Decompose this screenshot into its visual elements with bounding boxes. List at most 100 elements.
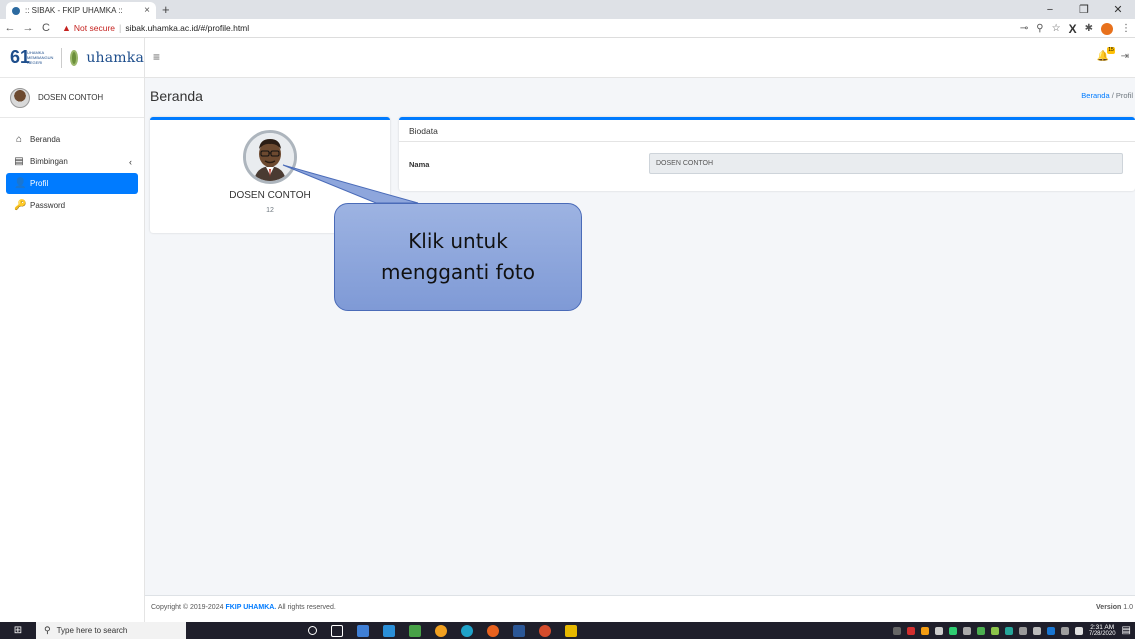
change-photo-callout: Klik untuk mengganti foto — [334, 203, 582, 311]
clock-date: 7/28/2020 — [1088, 630, 1116, 637]
page-title: Beranda — [150, 88, 203, 104]
user-name: DOSEN CONTOH — [38, 93, 104, 102]
user-icon: 👤 — [14, 178, 27, 189]
store-app-icon[interactable] — [383, 624, 395, 637]
maximize-button[interactable]: ❐ — [1067, 0, 1101, 19]
copyright-prefix: Copyright © 2019-2024 — [151, 604, 226, 611]
forward-icon[interactable]: → — [20, 19, 36, 38]
battery-icon[interactable] — [1032, 626, 1041, 635]
address-separator: | — [119, 23, 122, 33]
system-tray: 2:31 AM 7/28/2020 ▤ — [892, 622, 1131, 639]
volume-icon[interactable] — [1018, 626, 1027, 635]
name-field[interactable] — [649, 153, 1123, 174]
tray-update-icon[interactable] — [990, 626, 999, 635]
minimize-button[interactable]: − — [1033, 0, 1067, 19]
callout-text: Klik untuk mengganti foto — [381, 226, 535, 288]
brand-name: uhamka — [86, 49, 144, 66]
brand-header[interactable]: 6 1 UHAMKA MEMBANGUN NEGERI uhamka — [0, 38, 144, 78]
tray-tool-icon[interactable] — [920, 626, 929, 635]
anniversary-61-logo: 6 1 — [10, 46, 31, 67]
app-icon[interactable] — [565, 624, 577, 637]
book-icon: ▤ — [14, 156, 24, 167]
browser-tab[interactable]: :: SIBAK - FKIP UHAMKA :: × — [6, 2, 156, 19]
extensions-puzzle-icon[interactable]: ✱ — [1085, 23, 1093, 34]
breadcrumb-current: Profil — [1115, 91, 1133, 100]
close-window-button[interactable]: ✕ — [1101, 0, 1135, 19]
windows-start-icon[interactable]: ⊞ — [0, 622, 36, 639]
sidebar-menu: ⌂ Beranda ▤ Bimbingan ‹ 👤 Profil 🔑 Passw… — [0, 118, 144, 216]
tab-title: :: SIBAK - FKIP UHAMKA :: — [25, 6, 123, 15]
browser-tab-strip: :: SIBAK - FKIP UHAMKA :: × + − ❐ ✕ — [0, 0, 1135, 19]
notification-bell-icon[interactable]: 🔔 15 — [1097, 47, 1115, 62]
sidebar-item-beranda[interactable]: ⌂ Beranda — [6, 129, 138, 150]
sidebar-item-label: Profil — [30, 179, 49, 188]
warning-icon: ▲ — [62, 23, 71, 33]
tray-app-icon[interactable] — [892, 626, 901, 635]
word-icon[interactable] — [513, 624, 525, 637]
bluetooth-icon[interactable] — [1046, 626, 1055, 635]
tray-monitor-icon[interactable] — [962, 626, 971, 635]
security-indicator[interactable]: ▲ Not secure — [62, 23, 115, 33]
name-form-row: Nama — [409, 153, 1123, 175]
bookmark-star-icon[interactable]: ☆ — [1052, 23, 1061, 34]
version-info: Version 1.0 — [1096, 604, 1133, 611]
address-bar: ← → C ▲ Not secure | sibak.uhamka.ac.id/… — [0, 19, 1135, 38]
footer: Copyright © 2019-2024 FKIP UHAMKA. All r… — [145, 595, 1135, 622]
extension-x-icon[interactable]: X — [1069, 22, 1077, 36]
sidebar-item-bimbingan[interactable]: ▤ Bimbingan ‹ — [6, 151, 138, 172]
profile-photo[interactable] — [243, 130, 297, 184]
tray-sync-icon[interactable] — [1004, 626, 1013, 635]
name-label: Nama — [409, 159, 430, 169]
notification-center-icon[interactable]: ▤ — [1122, 625, 1131, 636]
reload-icon[interactable]: C — [38, 19, 54, 38]
footer-brand-link[interactable]: FKIP UHAMKA. — [225, 604, 276, 611]
new-tab-button[interactable]: + — [162, 2, 170, 17]
browser-menu-icon[interactable]: ⋮ — [1121, 23, 1131, 34]
sidebar-item-label: Beranda — [30, 135, 61, 144]
url-input[interactable]: sibak.uhamka.ac.id/#/profile.html — [125, 23, 249, 33]
taskbar-search[interactable]: ⚲ Type here to search — [36, 622, 186, 639]
breadcrumb-home-link[interactable]: Beranda — [1081, 91, 1109, 100]
search-placeholder: Type here to search — [56, 626, 128, 635]
sidebar-item-password[interactable]: 🔑 Password — [6, 195, 138, 216]
version-value: 1.0 — [1123, 604, 1133, 611]
pen-icon[interactable] — [1060, 626, 1069, 635]
back-icon[interactable]: ← — [2, 19, 18, 38]
user-panel[interactable]: DOSEN CONTOH — [0, 78, 144, 118]
security-label: Not secure — [73, 23, 116, 33]
edge-icon[interactable] — [461, 624, 473, 637]
calendar-app-icon[interactable] — [357, 624, 369, 637]
clock-time: 2:31 AM — [1090, 623, 1115, 631]
browser-profile-avatar[interactable] — [1101, 22, 1113, 35]
notification-badge: 15 — [1107, 47, 1115, 54]
copyright-suffix: All rights reserved. — [276, 604, 336, 611]
wifi-icon[interactable] — [1074, 626, 1083, 635]
taskbar-apps — [308, 624, 577, 637]
tray-network-icon[interactable] — [976, 626, 985, 635]
favicon-icon — [12, 6, 20, 15]
breadcrumb: Beranda / Profil — [1081, 91, 1133, 100]
hamburger-menu-icon[interactable]: ≡ — [153, 50, 160, 64]
sidebar-item-label: Bimbingan — [30, 157, 68, 166]
sidebar-item-label: Password — [30, 201, 66, 210]
tray-gear-icon[interactable] — [934, 626, 943, 635]
firefox-icon[interactable] — [487, 624, 499, 637]
chevron-left-icon[interactable]: ‹ — [129, 157, 132, 167]
chrome-icon[interactable] — [435, 624, 447, 637]
cortana-icon[interactable] — [308, 626, 317, 635]
tray-close-icon[interactable] — [906, 626, 915, 635]
tray-drive-icon[interactable] — [948, 626, 957, 635]
zoom-icon[interactable]: ⚲ — [1036, 23, 1043, 34]
task-view-icon[interactable] — [331, 624, 343, 637]
home-icon: ⌂ — [15, 134, 23, 145]
password-key-icon[interactable]: ⊸ — [1020, 23, 1028, 34]
sidebar-item-profil[interactable]: 👤 Profil — [6, 173, 138, 194]
callout-line-1: Klik untuk — [408, 229, 508, 253]
sign-out-icon[interactable]: ⇥ — [1121, 51, 1129, 62]
edge-legacy-icon[interactable] — [409, 624, 421, 637]
tab-close-icon[interactable]: × — [144, 5, 150, 16]
biodata-header: Biodata — [399, 120, 1135, 142]
top-navbar: ≡ 🔔 15 ⇥ — [145, 38, 1135, 78]
chrome-profile-icon[interactable] — [539, 624, 551, 637]
taskbar-clock[interactable]: 2:31 AM 7/28/2020 — [1089, 624, 1116, 638]
